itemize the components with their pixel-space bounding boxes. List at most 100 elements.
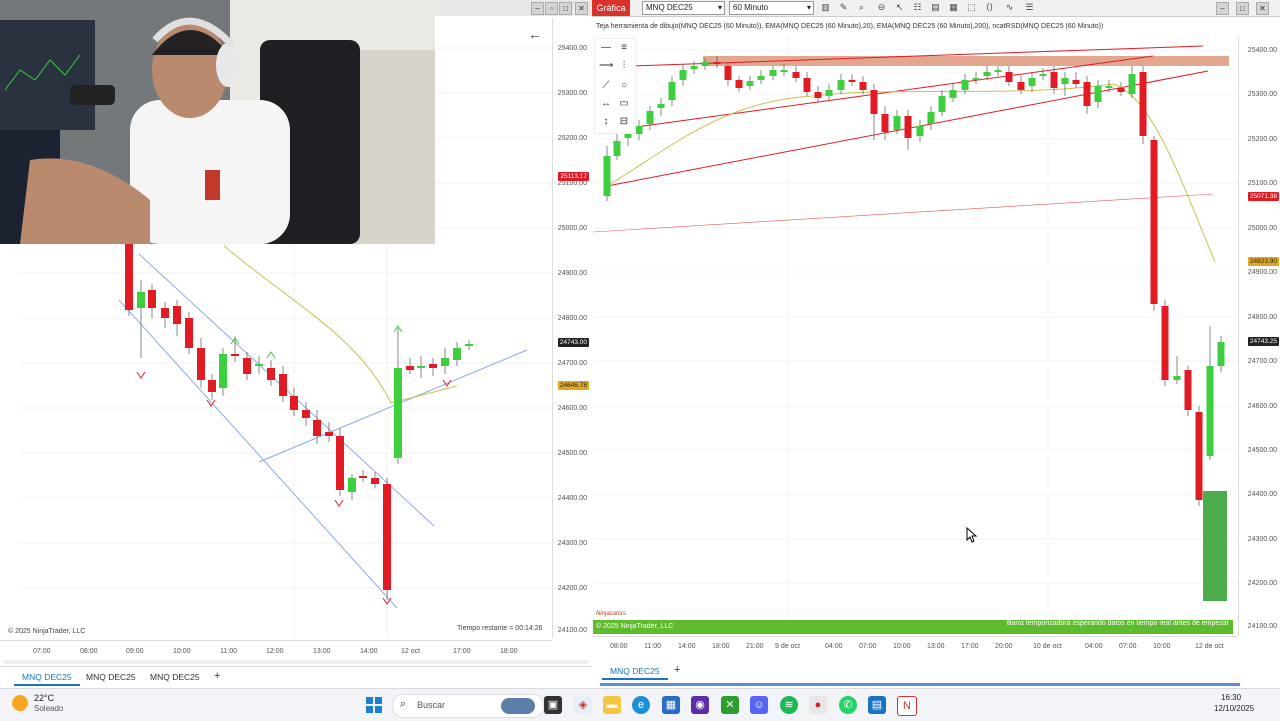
- candle-body: [870, 90, 878, 114]
- templates-icon[interactable]: ▤: [930, 2, 941, 13]
- task-view-icon[interactable]: ▣: [544, 696, 562, 714]
- right-candlestick-chart[interactable]: [593, 36, 1238, 620]
- time-label: 12 oct: [401, 648, 421, 655]
- obs-app-icon[interactable]: ◉: [691, 696, 709, 714]
- window-maximize-icon[interactable]: □: [559, 2, 572, 15]
- window-maximize-icon[interactable]: □: [1236, 2, 1249, 15]
- candle-body: [231, 354, 239, 356]
- taskbar-search-input[interactable]: ⌕ Buscar: [392, 694, 544, 718]
- candle-body: [1195, 412, 1203, 500]
- candle-body: [792, 72, 800, 78]
- left-time-axis: 07:00 08:00 09:00 10:00 11:00 12:00 13:0…: [0, 640, 552, 661]
- xbox-icon[interactable]: ✕: [721, 696, 739, 714]
- candle-body: [161, 308, 169, 318]
- clock-date[interactable]: 12/10/2025: [1214, 704, 1254, 713]
- time-label: 21:00: [746, 643, 764, 650]
- left-window-titlebar: – ▫ □ ✕: [435, 0, 592, 16]
- zoom-out-icon[interactable]: ⊖: [876, 2, 887, 13]
- right-tab-bar: MNQ DEC25 +: [592, 660, 1280, 682]
- candle-body: [746, 81, 754, 86]
- price-label: 24300.00: [557, 540, 587, 547]
- copilot-icon[interactable]: ◈: [574, 696, 592, 714]
- candle-body: [465, 344, 473, 346]
- candle-body: [1161, 306, 1169, 380]
- horizontal-line-icon[interactable]: —: [599, 41, 613, 55]
- bar-type-icon[interactable]: ▥: [820, 2, 831, 13]
- instrument-select[interactable]: MNQ DEC25 ▾: [642, 1, 725, 15]
- add-tab-button[interactable]: +: [666, 662, 688, 678]
- ninjatrader-icon[interactable]: N: [897, 696, 917, 716]
- time-label: 17:00: [961, 643, 979, 650]
- candle-body: [803, 78, 811, 92]
- weather-condition[interactable]: Soleado: [34, 704, 63, 713]
- candle-body: [348, 478, 356, 492]
- zoom-icon[interactable]: ⌕: [856, 2, 867, 13]
- microsoft-store-icon[interactable]: ▦: [662, 696, 680, 714]
- window-close-icon[interactable]: ✕: [1256, 2, 1269, 15]
- trend-line-icon[interactable]: ⟋: [599, 79, 613, 93]
- screenshot-icon[interactable]: ⬚: [966, 2, 977, 13]
- candle-body: [417, 366, 425, 368]
- add-tab-button[interactable]: +: [206, 668, 228, 684]
- clock-time[interactable]: 16:30: [1221, 693, 1241, 702]
- ellipse-icon[interactable]: ○: [617, 79, 631, 93]
- whatsapp-icon[interactable]: ✆: [839, 696, 857, 714]
- pencil-icon[interactable]: ✎: [838, 2, 849, 13]
- window-restore-icon[interactable]: ▫: [545, 2, 558, 15]
- candle-body: [848, 80, 856, 82]
- price-label: 25400.00: [1247, 47, 1277, 54]
- vertical-line-icon[interactable]: ↕: [599, 115, 613, 129]
- ruler-icon[interactable]: ⊟: [617, 115, 631, 129]
- edge-browser-icon[interactable]: e: [632, 696, 650, 714]
- volume-block: [1203, 491, 1227, 601]
- menu-icon[interactable]: ☰: [1024, 2, 1035, 13]
- interval-select[interactable]: 60 Minuto ▾: [729, 1, 814, 15]
- pointer-icon[interactable]: ↖: [894, 2, 905, 13]
- strategies-icon[interactable]: ⟨⟩: [984, 2, 995, 13]
- weather-sun-icon[interactable]: [12, 695, 28, 711]
- extended-line-icon[interactable]: ↔: [599, 97, 613, 111]
- tab-mnq-dec25-3[interactable]: MNQ DEC25: [142, 670, 208, 684]
- properties-icon[interactable]: ☷: [912, 2, 923, 13]
- candle-body: [757, 76, 765, 80]
- breakout-trendline: [258, 349, 528, 463]
- price-label: 25200.00: [1247, 136, 1277, 143]
- rectangle-icon[interactable]: ▭: [617, 97, 631, 111]
- remaining-time: Tiempo restante = 00:14:26: [457, 625, 543, 632]
- remote-desktop-icon[interactable]: ▤: [868, 696, 886, 714]
- left-horizontal-scrollbar[interactable]: [4, 660, 588, 664]
- fib-icon[interactable]: ⫶: [617, 59, 631, 73]
- windows-start-icon[interactable]: [366, 697, 382, 713]
- image-icon[interactable]: ▦: [948, 2, 959, 13]
- app-notification-icon[interactable]: ●: [809, 696, 827, 714]
- candle-body: [279, 374, 287, 396]
- windows-taskbar: 22°C Soleado ⌕ Buscar ▣ ◈ ▬ e ▦ ◉ ✕ ☺ ≋ …: [0, 688, 1280, 721]
- candle-body: [1050, 72, 1058, 88]
- price-label: 24800.00: [557, 315, 587, 322]
- webcam-overlay: [0, 0, 435, 244]
- file-explorer-icon[interactable]: ▬: [603, 696, 621, 714]
- menu-lines-icon[interactable]: ≡: [617, 41, 631, 55]
- right-scroll-indicator[interactable]: [600, 683, 1240, 686]
- candle-body: [1005, 72, 1013, 82]
- time-label: 12:00: [266, 648, 284, 655]
- ray-line-icon[interactable]: ⟶: [599, 59, 613, 73]
- window-minimize-icon[interactable]: –: [1216, 2, 1229, 15]
- grafica-menu-button[interactable]: Gráfica: [592, 0, 630, 16]
- weather-temperature[interactable]: 22°C: [34, 693, 54, 703]
- ema20-line: [606, 83, 1216, 263]
- tab-mnq-dec25[interactable]: MNQ DEC25: [602, 664, 668, 680]
- discord-icon[interactable]: ☺: [750, 696, 768, 714]
- window-close-icon[interactable]: ✕: [575, 2, 588, 15]
- right-status-bar: © 2025 NinjaTrader, LLC Barra temporizad…: [593, 620, 1233, 634]
- window-minimize-icon[interactable]: –: [531, 2, 544, 15]
- tab-mnq-dec25-1[interactable]: MNQ DEC25: [14, 670, 80, 686]
- candle-body: [646, 111, 654, 124]
- indicators-icon[interactable]: ∿: [1004, 2, 1015, 13]
- candle-body: [1083, 82, 1091, 106]
- spotify-icon[interactable]: ≋: [780, 696, 798, 714]
- tab-mnq-dec25-2[interactable]: MNQ DEC25: [78, 670, 144, 684]
- time-label: 08:00: [80, 648, 98, 655]
- price-label: 24300.00: [1247, 536, 1277, 543]
- candle-body: [208, 380, 216, 392]
